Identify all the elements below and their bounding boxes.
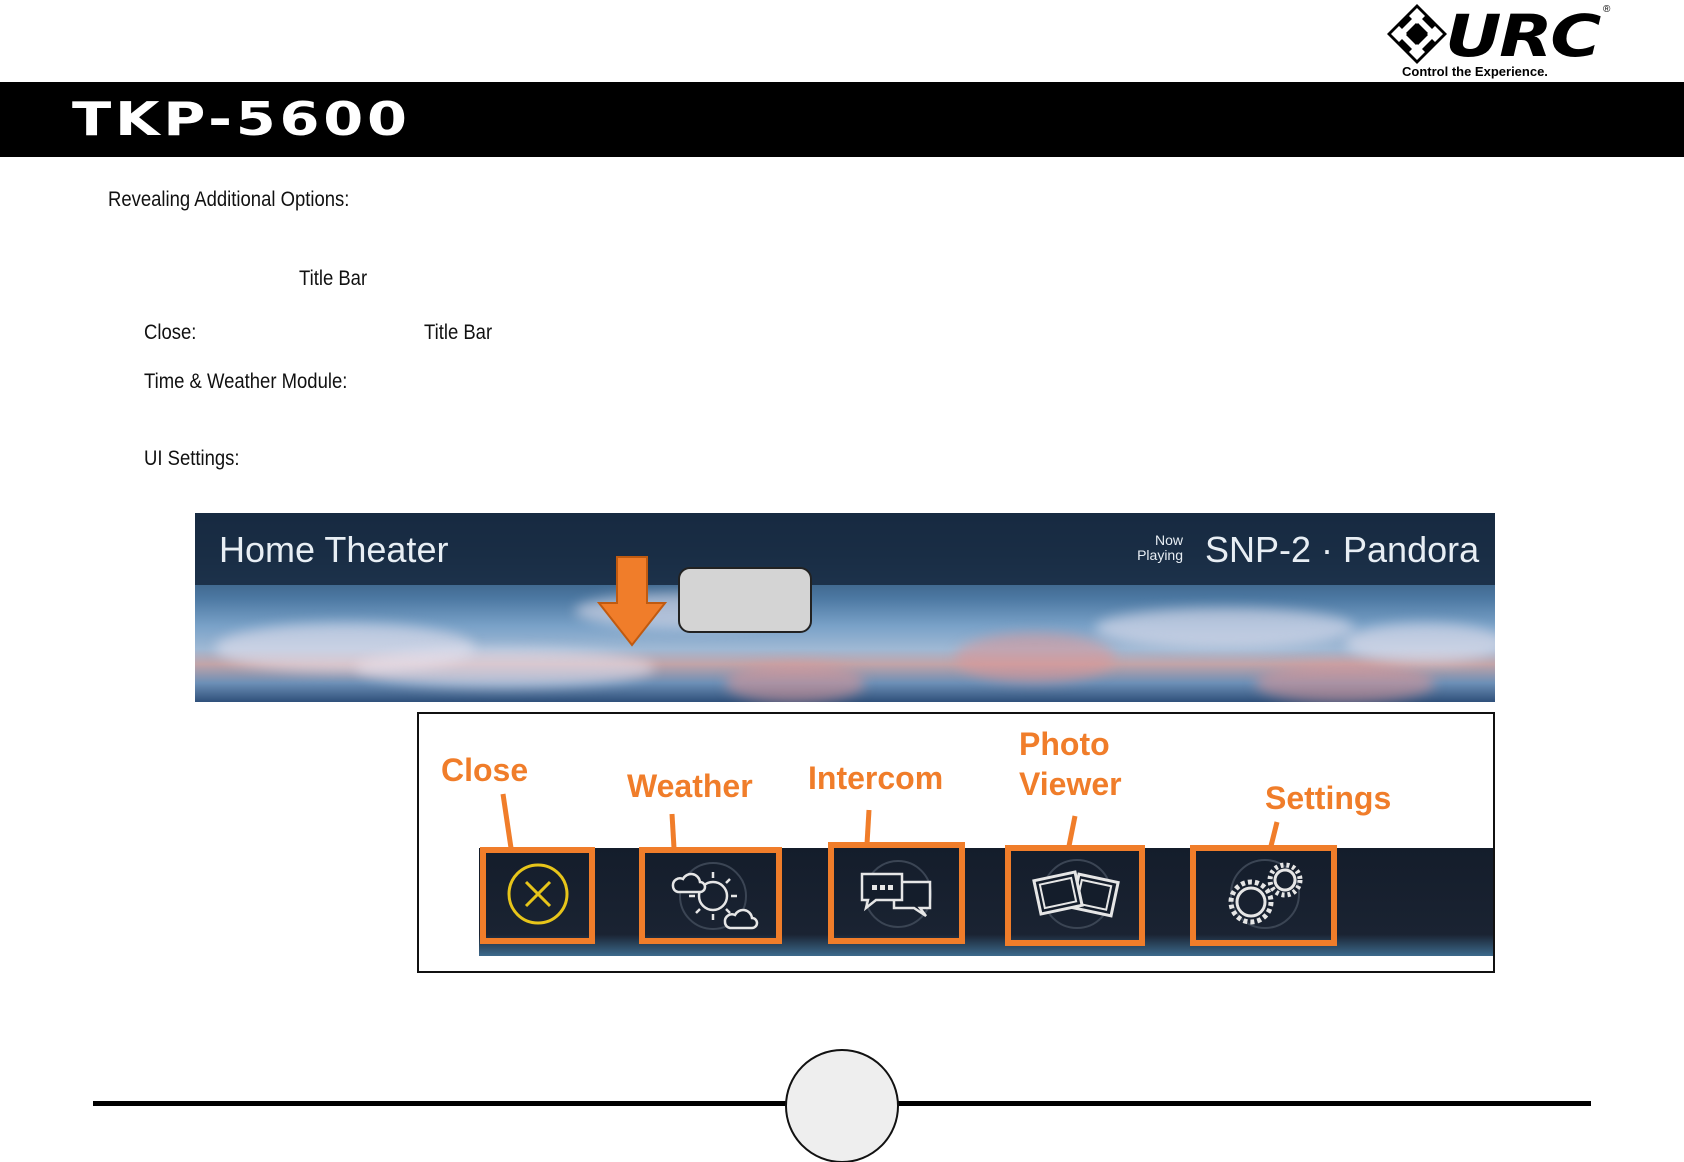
title-bar-strip[interactable]: Home Theater Now Playing SNP-2 · Pandora xyxy=(195,513,1495,585)
photo-viewer-icon[interactable] xyxy=(1031,854,1123,934)
options-bar xyxy=(479,848,1493,956)
settings-gears-icon[interactable] xyxy=(1219,852,1311,936)
time-weather-term: Time & Weather Module: xyxy=(144,370,348,393)
title-bar-reference: Title Bar xyxy=(299,267,368,290)
ui-settings-term: UI Settings: xyxy=(144,447,240,470)
page-number-circle xyxy=(785,1049,899,1162)
now-playing-label: Now Playing xyxy=(1137,532,1183,563)
header-band: TKP-5600 xyxy=(0,82,1684,157)
callout-box xyxy=(678,567,812,633)
logo-letters: URC xyxy=(1445,2,1601,70)
additional-options-panel: Close Weather Intercom Photo Viewer Sett… xyxy=(417,712,1495,973)
close-term: Close: xyxy=(144,321,197,344)
urc-logo: URC ® Control the Experience. xyxy=(1385,2,1615,80)
logo-tagline: Control the Experience. xyxy=(1402,64,1548,79)
title-bar-reference-2: Title Bar xyxy=(424,321,493,344)
room-name: Home Theater xyxy=(219,529,449,570)
registered-mark: ® xyxy=(1603,4,1611,15)
title-bar-screenshot: Home Theater Now Playing SNP-2 · Pandora xyxy=(195,513,1495,702)
source-name: SNP-2 · Pandora xyxy=(1205,529,1480,570)
urc-diamond-icon xyxy=(1387,4,1447,64)
close-circle-icon[interactable] xyxy=(506,862,570,926)
page-title: TKP-5600 xyxy=(72,92,411,146)
weather-sun-cloud-icon[interactable] xyxy=(667,856,759,936)
intercom-chat-icon[interactable] xyxy=(856,854,940,934)
callout-pointers xyxy=(500,793,1280,849)
section-heading: Revealing Additional Options: xyxy=(108,188,350,211)
swipe-down-arrow-icon xyxy=(597,556,667,647)
